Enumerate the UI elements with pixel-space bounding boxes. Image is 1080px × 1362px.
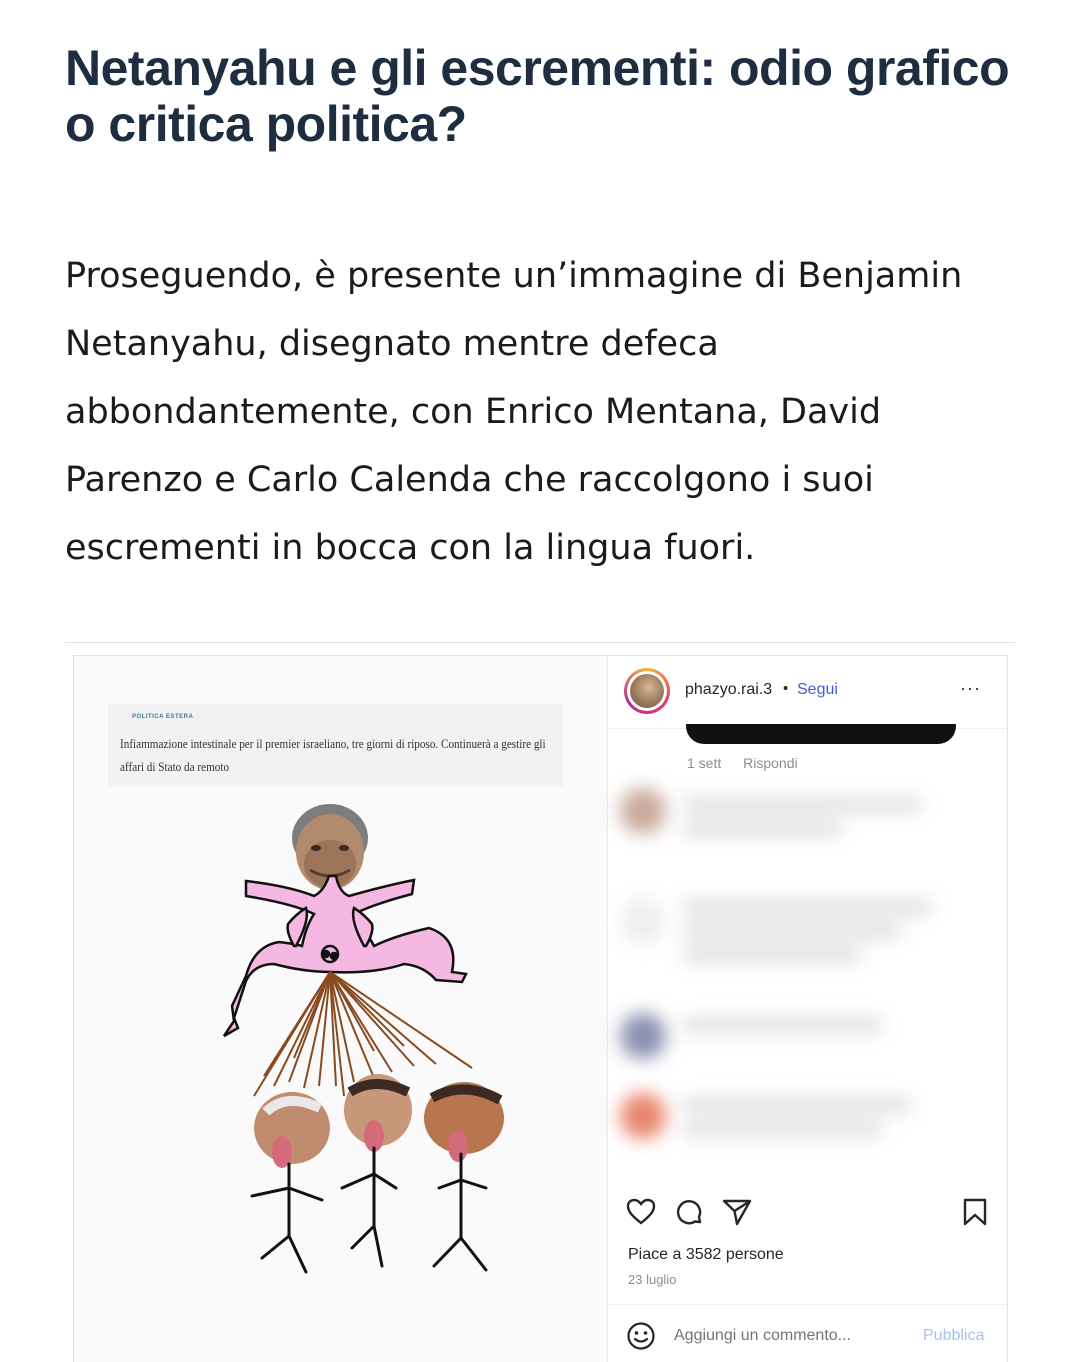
previous-comment-media (686, 724, 956, 744)
comment-input[interactable] (674, 1327, 894, 1345)
stick-figures (250, 1146, 488, 1274)
heart-icon[interactable] (626, 1198, 656, 1226)
brown-stream (253, 971, 473, 1097)
follow-button[interactable]: Segui (797, 681, 838, 699)
share-icon[interactable] (722, 1198, 752, 1226)
comment-age: 1 sett (687, 755, 722, 771)
reply-link[interactable]: Rispondi (743, 755, 797, 771)
article-paragraph: Proseguendo, è presente un’immagine di B… (65, 256, 963, 568)
embedded-screenshot: POLITICA ESTERA Infiammazione intestinal… (73, 655, 1008, 1362)
bookmark-icon[interactable] (962, 1198, 988, 1226)
post-date: 23 luglio (628, 1272, 677, 1287)
likes-count[interactable]: Piace a 3582 persone (628, 1246, 784, 1264)
cartoon-illustration (222, 804, 504, 1274)
news-headline: Infiammazione intestinale per il premier… (120, 736, 546, 774)
publish-button[interactable]: Pubblica (923, 1327, 984, 1345)
comment-meta: 1 sett Rispondi (687, 755, 816, 771)
instagram-panel: phazyo.rai.3 • Segui ··· 1 sett Rispondi (607, 656, 1007, 1362)
smiley-icon[interactable] (626, 1321, 656, 1351)
lower-head-right (424, 1082, 504, 1162)
comment-icon[interactable] (674, 1198, 704, 1228)
comment-bar: Pubblica (608, 1304, 1007, 1362)
news-section-tag: POLITICA ESTERA (132, 714, 194, 720)
news-snippet: POLITICA ESTERA Infiammazione intestinal… (108, 704, 563, 786)
ig-header: phazyo.rai.3 • Segui ··· (608, 656, 1007, 729)
username[interactable]: phazyo.rai.3 (685, 681, 772, 699)
avatar[interactable] (624, 668, 670, 714)
blurred-comments (620, 788, 1000, 1186)
lower-head-middle (344, 1074, 412, 1152)
more-options-icon[interactable]: ··· (960, 678, 981, 699)
article-title: Netanyahu e gli escrementi: odio grafico… (65, 40, 1010, 152)
pink-body (222, 874, 468, 1038)
separator-dot: • (783, 680, 789, 697)
divider (65, 642, 1015, 643)
post-actions (608, 1186, 1007, 1238)
lower-head-left (254, 1092, 330, 1168)
post-image: POLITICA ESTERA Infiammazione intestinal… (74, 656, 607, 1362)
